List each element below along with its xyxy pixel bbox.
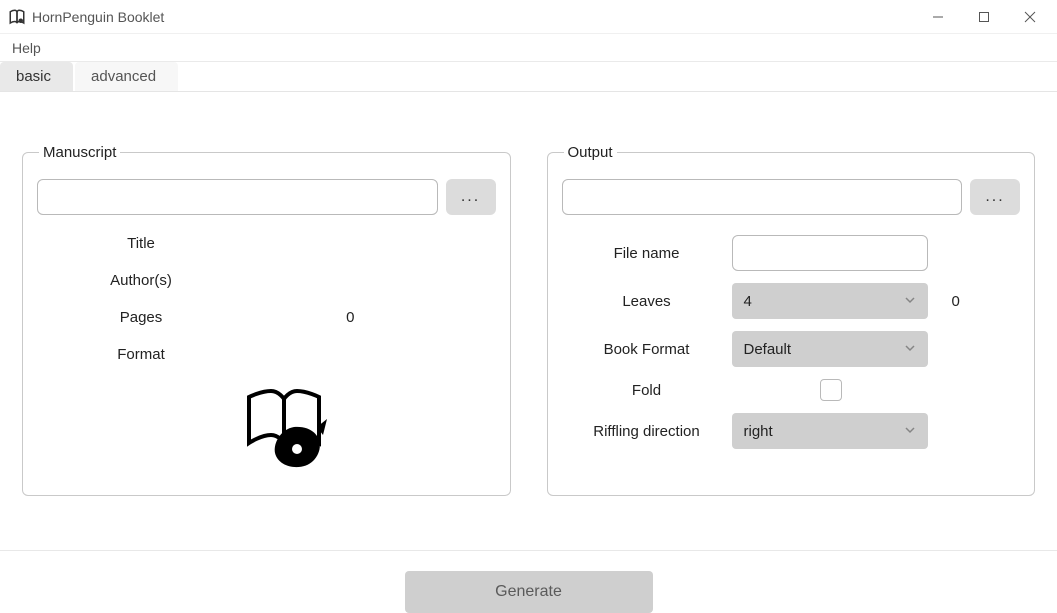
app-logo xyxy=(77,383,492,469)
book-format-combo[interactable]: Default xyxy=(732,331,928,367)
window-title: HornPenguin Booklet xyxy=(32,9,164,25)
pages-value: 0 xyxy=(209,309,492,326)
output-group: Output ... File name Leaves 4 0 Book For… xyxy=(547,144,1036,496)
generate-row: Generate xyxy=(0,551,1057,613)
title-bar: HornPenguin Booklet xyxy=(0,0,1057,34)
riffling-combo[interactable]: right xyxy=(732,413,928,449)
manuscript-legend: Manuscript xyxy=(39,144,120,161)
leaves-count: 0 xyxy=(942,293,1002,310)
chevron-down-icon xyxy=(904,293,916,310)
manuscript-browse-button[interactable]: ... xyxy=(446,179,496,215)
tab-advanced[interactable]: advanced xyxy=(75,62,178,91)
menu-bar: Help xyxy=(0,34,1057,62)
output-legend: Output xyxy=(564,144,617,161)
fold-label: Fold xyxy=(572,382,722,399)
menu-help[interactable]: Help xyxy=(6,36,47,60)
output-browse-button[interactable]: ... xyxy=(970,179,1020,215)
generate-button[interactable]: Generate xyxy=(405,571,653,613)
app-icon xyxy=(8,8,26,26)
chevron-down-icon xyxy=(904,341,916,358)
file-name-input[interactable] xyxy=(732,235,928,271)
output-path-input[interactable] xyxy=(562,179,963,215)
format-label: Format xyxy=(77,346,205,363)
leaves-label: Leaves xyxy=(572,293,722,310)
tab-bar: basic advanced xyxy=(0,62,1057,92)
minimize-button[interactable] xyxy=(915,0,961,34)
file-name-label: File name xyxy=(572,245,722,262)
pages-label: Pages xyxy=(77,309,205,326)
book-format-label: Book Format xyxy=(572,341,722,358)
leaves-combo[interactable]: 4 xyxy=(732,283,928,319)
tab-basic[interactable]: basic xyxy=(0,62,73,91)
chevron-down-icon xyxy=(904,423,916,440)
maximize-button[interactable] xyxy=(961,0,1007,34)
authors-label: Author(s) xyxy=(77,272,205,289)
fold-checkbox[interactable] xyxy=(820,379,842,401)
manuscript-group: Manuscript ... Title Author(s) Pages 0 F… xyxy=(22,144,511,496)
content-panes: Manuscript ... Title Author(s) Pages 0 F… xyxy=(0,92,1057,506)
riffling-selected: right xyxy=(744,423,773,440)
book-format-selected: Default xyxy=(744,341,792,358)
close-button[interactable] xyxy=(1007,0,1053,34)
leaves-selected: 4 xyxy=(744,293,752,310)
title-label: Title xyxy=(77,235,205,252)
riffling-label: Riffling direction xyxy=(572,423,722,440)
manuscript-path-input[interactable] xyxy=(37,179,438,215)
